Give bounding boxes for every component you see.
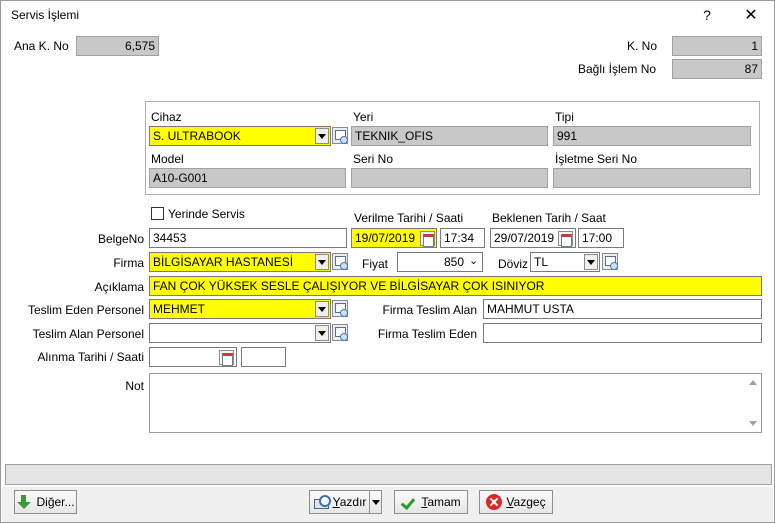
button-bar: Diğer... Yazdır Tamam Vazgeç — [2, 487, 773, 522]
firma-teslim-eden-input[interactable] — [483, 323, 762, 343]
tamam-button[interactable]: Tamam — [394, 490, 468, 514]
teslim-eden-label: Teslim Eden Personel — [27, 303, 144, 317]
cihaz-dropdown-arrow[interactable] — [315, 128, 329, 144]
tipi-field: 991 — [553, 126, 751, 146]
scroll-down-icon[interactable] — [749, 421, 757, 426]
doviz-dropdown-arrow[interactable] — [584, 254, 598, 270]
ana-k-no-field: 6,575 — [76, 36, 159, 56]
fiyat-chevron-icon[interactable]: ⌄ — [469, 254, 478, 267]
print-preview-icon — [313, 494, 331, 510]
yeri-label: Yeri — [353, 110, 374, 124]
yazdir-dropdown-arrow[interactable] — [369, 490, 382, 514]
firma-teslim-eden-label: Firma Teslim Eden — [377, 327, 477, 341]
scroll-up-icon[interactable] — [749, 380, 757, 385]
tipi-label: Tipi — [555, 110, 574, 124]
aciklama-input[interactable]: FAN ÇOK YÜKSEK SESLE ÇALIŞIYOR VE BİLGİS… — [149, 276, 762, 296]
belge-no-label: BelgeNo — [97, 232, 144, 246]
help-button[interactable]: ? — [687, 1, 727, 29]
verilme-saat-input[interactable]: 17:34 — [440, 228, 485, 248]
check-icon — [401, 494, 417, 510]
close-button[interactable]: ✕ — [731, 1, 771, 29]
cihaz-lookup-icon[interactable] — [332, 127, 348, 144]
firma-lookup-icon[interactable] — [332, 253, 348, 270]
alinma-label: Alınma Tarihi / Saati — [37, 350, 145, 364]
teslim-eden-lookup-icon[interactable] — [332, 300, 348, 317]
vazgec-button[interactable]: Vazgeç — [479, 490, 553, 514]
cihaz-select[interactable]: S. ULTRABOOK — [149, 126, 331, 146]
teslim-eden-dropdown-arrow[interactable] — [315, 301, 329, 317]
yerinde-servis-checkbox[interactable] — [151, 207, 164, 220]
firma-teslim-alan-label: Firma Teslim Alan — [382, 303, 477, 317]
cancel-icon — [486, 494, 503, 510]
belge-no-input[interactable]: 34453 — [149, 228, 347, 248]
teslim-alan-lookup-icon[interactable] — [332, 324, 348, 341]
status-bar — [5, 464, 772, 485]
firma-label: Firma — [113, 256, 144, 270]
alinma-saat-input[interactable] — [241, 347, 286, 367]
title-bar: Servis İşlemi ? ✕ — [1, 1, 774, 29]
k-no-label: K. No — [627, 39, 658, 53]
beklenen-calendar-icon[interactable] — [558, 231, 573, 247]
seri-no-label: Seri No — [353, 152, 394, 166]
firma-teslim-alan-input[interactable]: MAHMUT USTA — [483, 299, 762, 319]
doviz-label: Döviz — [498, 257, 529, 271]
bagli-islem-no-label: Bağlı İşlem No — [578, 62, 657, 76]
not-label: Not — [125, 379, 144, 393]
yeri-field: TEKNIK_OFIS — [351, 126, 548, 146]
doviz-lookup-icon[interactable] — [602, 253, 618, 270]
model-field: A10-G001 — [149, 168, 346, 188]
cihaz-label: Cihaz — [151, 110, 182, 124]
firma-dropdown-arrow[interactable] — [315, 254, 329, 270]
yazdir-button[interactable]: Yazdır — [309, 490, 370, 514]
aciklama-label: Açıklama — [94, 280, 144, 294]
window-title: Servis İşlemi — [11, 8, 80, 22]
not-textarea[interactable] — [149, 373, 762, 433]
isletme-seri-no-field — [553, 168, 751, 188]
yerinde-servis-label: Yerinde Servis — [168, 207, 245, 221]
diger-button[interactable]: Diğer... — [14, 490, 77, 514]
teslim-alan-dropdown-arrow[interactable] — [315, 325, 329, 341]
beklenen-saat-input[interactable]: 17:00 — [578, 228, 624, 248]
yazdir-button-label: Yazdır — [332, 495, 367, 509]
alinma-calendar-icon[interactable] — [219, 350, 234, 366]
tamam-button-label: Tamam — [421, 495, 461, 509]
arrow-down-icon — [16, 494, 32, 510]
service-dialog: Servis İşlemi ? ✕ Ana K. No 6,575 K. No … — [0, 0, 775, 523]
k-no-field: 1 — [672, 36, 762, 56]
model-label: Model — [151, 152, 184, 166]
fiyat-label: Fiyat — [362, 257, 389, 271]
isletme-seri-no-label: İşletme Seri No — [555, 152, 638, 166]
teslim-eden-select[interactable]: MEHMET — [149, 299, 331, 319]
verilme-calendar-icon[interactable] — [420, 231, 435, 247]
bagli-islem-no-field: 87 — [672, 59, 762, 79]
firma-select[interactable]: BİLGİSAYAR HASTANESİ — [149, 252, 331, 272]
not-scrollbar[interactable] — [745, 374, 761, 432]
diger-button-label: Diğer... — [36, 495, 75, 509]
vazgec-button-label: Vazgeç — [506, 495, 546, 509]
teslim-alan-label: Teslim Alan Personel — [32, 327, 144, 341]
ana-k-no-label: Ana K. No — [14, 39, 69, 53]
seri-no-field — [351, 168, 548, 188]
verilme-label: Verilme Tarihi / Saati — [354, 211, 464, 225]
teslim-alan-select[interactable] — [149, 323, 331, 343]
beklenen-label: Beklenen Tarih / Saat — [492, 211, 606, 225]
